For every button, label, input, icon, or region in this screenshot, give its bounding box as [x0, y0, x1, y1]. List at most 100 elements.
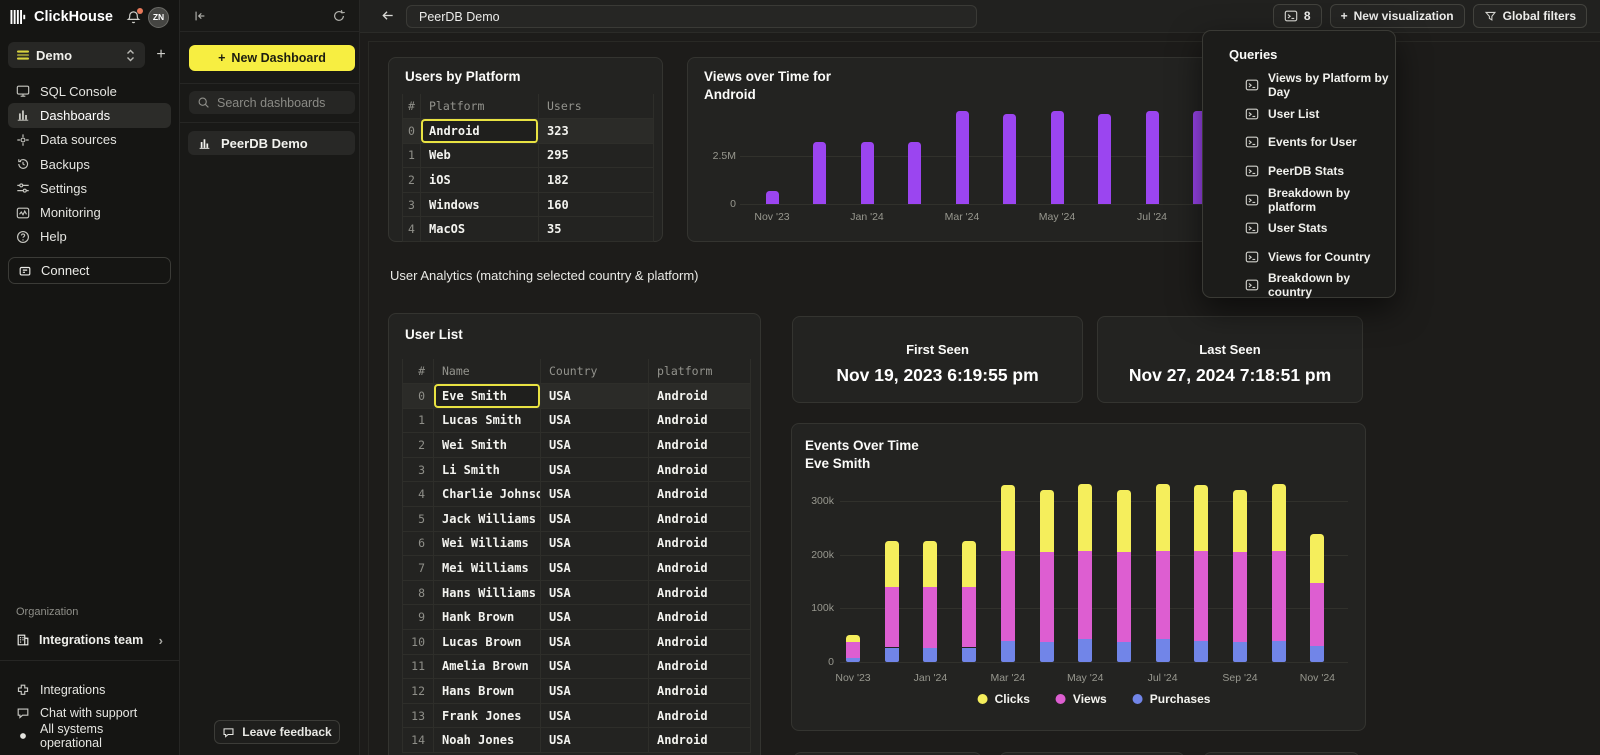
sidebar-item-data-sources[interactable]: Data sources: [8, 128, 171, 152]
table-cell[interactable]: USA: [541, 605, 649, 629]
sidebar-item-integrations-team[interactable]: Integrations team ›: [8, 628, 171, 652]
table-cell[interactable]: USA: [541, 704, 649, 728]
table-cell[interactable]: Eve Smith: [434, 384, 541, 408]
table-cell[interactable]: Web: [421, 144, 539, 168]
table-cell[interactable]: USA: [541, 507, 649, 531]
table-cell[interactable]: Mei Williams: [434, 556, 541, 580]
table-cell[interactable]: Android: [649, 630, 751, 654]
table-cell[interactable]: 8: [402, 581, 434, 605]
connect-button[interactable]: Connect: [8, 257, 171, 284]
query-item-breakdown-by-country[interactable]: Breakdown by country: [1203, 271, 1395, 300]
table-cell[interactable]: USA: [541, 630, 649, 654]
table-cell[interactable]: 11: [402, 655, 434, 679]
table-cell[interactable]: 6: [402, 532, 434, 556]
table-cell[interactable]: Li Smith: [434, 458, 541, 482]
query-item-views-by-platform-by-day[interactable]: Views by Platform by Day: [1203, 71, 1395, 100]
table-cell[interactable]: USA: [541, 655, 649, 679]
table-cell[interactable]: Noah Jones: [434, 728, 541, 752]
search-dashboards-input[interactable]: [217, 96, 347, 110]
table-cell[interactable]: 4: [402, 482, 434, 506]
sidebar-item-sql-console[interactable]: SQL Console: [8, 79, 171, 103]
table-cell[interactable]: 9: [402, 605, 434, 629]
sidebar-item-backups[interactable]: Backups: [8, 152, 171, 176]
table-cell[interactable]: Android: [649, 409, 751, 433]
leave-feedback-button[interactable]: Leave feedback: [214, 720, 340, 744]
table-cell[interactable]: 35: [539, 217, 654, 241]
table-cell[interactable]: 295: [539, 144, 654, 168]
table-cell[interactable]: Android: [649, 482, 751, 506]
sidebar-item-monitoring[interactable]: Monitoring: [8, 200, 171, 224]
table-cell[interactable]: Wei Smith: [434, 433, 541, 457]
table-cell[interactable]: USA: [541, 532, 649, 556]
table-cell[interactable]: 3: [402, 458, 434, 482]
table-cell[interactable]: USA: [541, 384, 649, 408]
table-cell[interactable]: Android: [649, 605, 751, 629]
query-item-events-for-user[interactable]: Events for User: [1203, 128, 1395, 157]
table-cell[interactable]: iOS: [421, 168, 539, 192]
table-cell[interactable]: Hank Brown: [434, 605, 541, 629]
table-cell[interactable]: USA: [541, 728, 649, 752]
table-cell[interactable]: 0: [402, 384, 434, 408]
table-cell[interactable]: 4: [402, 217, 421, 241]
table-cell[interactable]: Windows: [421, 193, 539, 217]
table-cell[interactable]: USA: [541, 433, 649, 457]
table-cell[interactable]: Android: [649, 556, 751, 580]
table-cell[interactable]: USA: [541, 581, 649, 605]
add-service-button[interactable]: +: [149, 43, 173, 67]
dashboard-list-item[interactable]: PeerDB Demo: [188, 131, 355, 155]
table-cell[interactable]: Android: [649, 704, 751, 728]
table-cell[interactable]: Android: [649, 458, 751, 482]
collapse-sidebar-icon[interactable]: [193, 9, 207, 23]
new-visualization-button[interactable]: + New visualization: [1330, 4, 1465, 28]
queries-count-button[interactable]: 8: [1273, 4, 1322, 28]
table-cell[interactable]: Android: [421, 119, 539, 143]
back-button[interactable]: [380, 8, 395, 23]
table-cell[interactable]: Lucas Brown: [434, 630, 541, 654]
table-cell[interactable]: USA: [541, 409, 649, 433]
table-cell[interactable]: Lucas Smith: [434, 409, 541, 433]
table-cell[interactable]: 10: [402, 630, 434, 654]
table-cell[interactable]: 14: [402, 728, 434, 752]
sidebar-item-settings[interactable]: Settings: [8, 176, 171, 200]
sidebar-item-help[interactable]: Help: [8, 225, 171, 249]
dashboard-title-input[interactable]: [407, 6, 976, 27]
table-cell[interactable]: 7: [402, 556, 434, 580]
table-cell[interactable]: MacOS: [421, 217, 539, 241]
refresh-icon[interactable]: [332, 9, 346, 23]
table-cell[interactable]: 323: [539, 119, 654, 143]
new-dashboard-button[interactable]: + New Dashboard: [189, 45, 355, 71]
query-item-peerdb-stats[interactable]: PeerDB Stats: [1203, 157, 1395, 186]
query-item-views-for-country[interactable]: Views for Country: [1203, 243, 1395, 272]
table-cell[interactable]: Amelia Brown: [434, 655, 541, 679]
service-selector[interactable]: Demo: [8, 42, 145, 68]
table-cell[interactable]: Android: [649, 507, 751, 531]
sidebar-item-all-systems-operational[interactable]: All systems operational: [8, 724, 171, 747]
table-cell[interactable]: 2: [402, 168, 421, 192]
global-filters-button[interactable]: Global filters: [1473, 4, 1587, 28]
table-cell[interactable]: Wei Williams: [434, 532, 541, 556]
table-cell[interactable]: 3: [402, 193, 421, 217]
query-item-breakdown-by-platform[interactable]: Breakdown by platform: [1203, 185, 1395, 214]
table-cell[interactable]: 2: [402, 433, 434, 457]
table-cell[interactable]: Android: [649, 679, 751, 703]
table-cell[interactable]: USA: [541, 458, 649, 482]
table-cell[interactable]: USA: [541, 482, 649, 506]
query-item-user-stats[interactable]: User Stats: [1203, 214, 1395, 243]
table-cell[interactable]: Hans Williams: [434, 581, 541, 605]
sidebar-item-dashboards[interactable]: Dashboards: [8, 103, 171, 127]
table-cell[interactable]: USA: [541, 679, 649, 703]
table-cell[interactable]: Android: [649, 581, 751, 605]
table-cell[interactable]: Android: [649, 532, 751, 556]
query-item-user-list[interactable]: User List: [1203, 100, 1395, 129]
table-cell[interactable]: USA: [541, 556, 649, 580]
user-avatar[interactable]: ZN: [148, 7, 169, 28]
notifications-bell-icon[interactable]: [126, 10, 141, 25]
table-cell[interactable]: Frank Jones: [434, 704, 541, 728]
table-cell[interactable]: 13: [402, 704, 434, 728]
table-cell[interactable]: 1: [402, 144, 421, 168]
table-cell[interactable]: 5: [402, 507, 434, 531]
table-cell[interactable]: Jack Williams: [434, 507, 541, 531]
sidebar-item-integrations[interactable]: Integrations: [8, 678, 171, 701]
table-cell[interactable]: 160: [539, 193, 654, 217]
table-cell[interactable]: 0: [402, 119, 421, 143]
